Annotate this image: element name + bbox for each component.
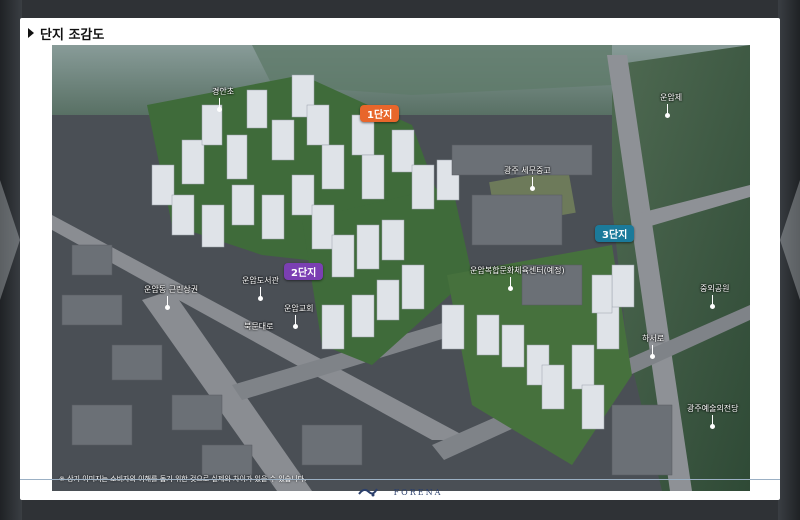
triangle-bullet-icon [28, 28, 34, 38]
label-gwangju-sewage: 광주 세무중고 [504, 166, 551, 175]
pin-gyeongan-school [217, 98, 222, 112]
label-jungoe-park: 중외공원 [700, 284, 730, 293]
pin-unam-church [293, 315, 298, 329]
pin-unamje [665, 104, 670, 118]
pin-gwangju-sewage [530, 177, 535, 191]
pin-hasuro [650, 345, 655, 359]
footer: FORENA [20, 484, 780, 500]
page-title: 단지 조감도 [28, 24, 105, 43]
complex-2-badge: 2단지 [284, 263, 324, 280]
label-unam-sports-center: 운암복합문화체육센터(예정) [470, 266, 565, 275]
prev-arrow[interactable] [0, 180, 20, 300]
pin-unamdong-market [165, 296, 170, 310]
label-hasuro: 하서로 [642, 334, 665, 343]
brand-name: FORENA [393, 487, 443, 497]
footer-divider [20, 479, 780, 480]
label-unamdong-market: 운암동 근린상권 [144, 285, 199, 294]
pin-gwangju-arts-center [710, 415, 715, 429]
pin-jungoe-park [710, 295, 715, 309]
pin-unam-library [258, 287, 263, 301]
content-panel: 단지 조감도 1단지 2단지 3단지 경안초 운암제 광주 세무중고 운암도서관… [20, 18, 780, 500]
label-unam-library: 운암도서관 [242, 276, 279, 285]
label-bungmun-street: 북문대로 [244, 322, 274, 331]
next-arrow[interactable] [780, 180, 800, 300]
label-unam-church: 운암교회 [284, 304, 314, 313]
label-unamje: 운암제 [660, 93, 683, 102]
label-gyeongan-school: 경안초 [212, 87, 235, 96]
complex-1-badge: 1단지 [360, 105, 400, 122]
label-gwangju-arts-center: 광주예술의전당 [687, 404, 739, 413]
pin-unam-sports-center [508, 277, 513, 291]
aerial-view-image: 1단지 2단지 3단지 경안초 운암제 광주 세무중고 운암도서관 운암동 근린… [52, 45, 750, 491]
complex-3-badge: 3단지 [595, 225, 635, 242]
brand-logo-icon [357, 488, 378, 497]
page-title-text: 단지 조감도 [40, 27, 105, 43]
aerial-illustration [52, 45, 750, 491]
